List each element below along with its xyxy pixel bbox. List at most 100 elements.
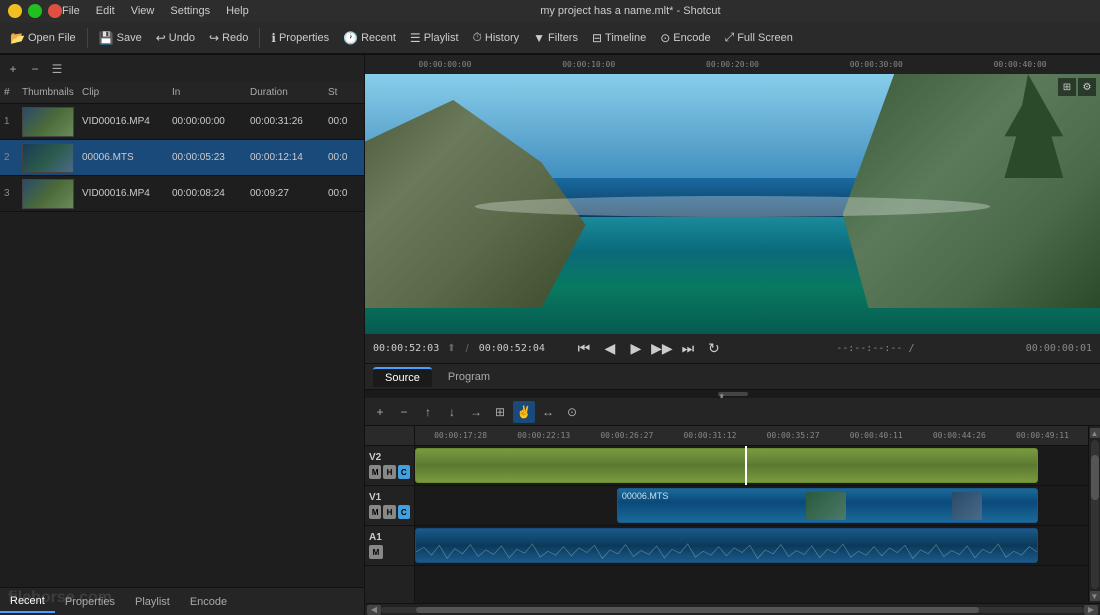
play-button[interactable]: ▶ [625, 338, 647, 360]
scroll-thumb-h[interactable] [416, 607, 978, 613]
row-in: 00:00:00:00 [168, 116, 246, 127]
left-panel-tabs: Recent Properties Playlist Encode [0, 587, 364, 615]
redo-button[interactable]: ↪ Redo [203, 28, 254, 48]
tab-program[interactable]: Program [436, 368, 502, 386]
scroll-right-button[interactable]: ▶ [1084, 605, 1098, 615]
thumbnail-3 [22, 179, 74, 209]
encode-button[interactable]: ⊙ Encode [654, 28, 716, 48]
tl-next-button[interactable]: → [465, 401, 487, 423]
tab-recent[interactable]: Recent [0, 591, 55, 613]
maximize-button[interactable] [28, 4, 42, 18]
clip-v2-block[interactable] [415, 448, 1038, 483]
tl-down-button[interactable]: ↓ [441, 401, 463, 423]
scroll-track-h[interactable] [381, 607, 1084, 613]
scroll-thumb[interactable] [1091, 455, 1099, 500]
scroll-up-button[interactable]: ▲ [1090, 428, 1100, 438]
playlist-button[interactable]: ☰ Playlist [404, 28, 465, 48]
table-row[interactable]: 3 VID00016.MP4 00:00:08:24 00:09:27 00:0 [0, 176, 364, 212]
menu-button[interactable]: ☰ [48, 60, 66, 78]
track-v2[interactable] [415, 446, 1088, 486]
row-num: 2 [0, 152, 18, 163]
row-num: 3 [0, 188, 18, 199]
settings-preview-button[interactable]: ⚙ [1078, 78, 1096, 96]
loop-button[interactable]: ↻ [703, 338, 725, 360]
history-button[interactable]: ⏱ History [467, 27, 526, 48]
remove-button[interactable]: − [26, 60, 44, 78]
redo-icon: ↪ [209, 31, 219, 45]
undo-button[interactable]: ↩ Undo [150, 28, 201, 48]
filters-button[interactable]: ▼ Filters [527, 28, 584, 48]
timeline-scrollbar[interactable]: ◀ ▶ [365, 603, 1100, 615]
playhead [745, 446, 747, 485]
save-button[interactable]: 💾 Save [93, 28, 148, 48]
tab-source[interactable]: Source [373, 367, 432, 387]
prev-frame-button[interactable]: ◀ [599, 338, 621, 360]
tl-snap-button[interactable]: ✌ [513, 401, 535, 423]
col-st: St [324, 87, 364, 98]
zoom-button[interactable]: ⊞ [1058, 78, 1076, 96]
properties-button[interactable]: ℹ Properties [265, 28, 335, 48]
lock-v2-button[interactable]: C [398, 465, 410, 479]
menu-settings[interactable]: Settings [170, 5, 210, 17]
tl-up-button[interactable]: ↑ [417, 401, 439, 423]
timeline-button[interactable]: ⊟ Timeline [586, 28, 652, 48]
preview-ruler[interactable]: 00:00:00:00 00:00:10:00 00:00:20:00 00:0… [365, 54, 1100, 74]
track-v1[interactable]: 00006.MTS [415, 486, 1088, 526]
mute-a1-button[interactable]: M [369, 545, 383, 559]
preview-canvas [365, 74, 1100, 334]
menu-view[interactable]: View [131, 5, 155, 17]
tl-ripple-button[interactable]: ↔ [537, 401, 559, 423]
scroll-left-button[interactable]: ◀ [367, 605, 381, 615]
row-clip: VID00016.MP4 [78, 116, 168, 127]
mute-v2-button[interactable]: M [369, 465, 381, 479]
fullscreen-icon: ⤢ [725, 30, 735, 45]
hide-v1-button[interactable]: H [383, 505, 395, 519]
lock-v1-button[interactable]: C [398, 505, 410, 519]
menu-file[interactable]: File [62, 5, 80, 17]
row-st: 00:0 [324, 152, 364, 163]
panel-divider[interactable]: ⬆ [365, 390, 1100, 398]
minimize-button[interactable] [8, 4, 22, 18]
list-icon: ☰ [410, 31, 421, 45]
tab-properties[interactable]: Properties [55, 592, 125, 612]
tl-loop-button[interactable]: ⊙ [561, 401, 583, 423]
undo-icon: ↩ [156, 31, 166, 45]
row-num: 1 [0, 116, 18, 127]
recent-button[interactable]: 🕐 Recent [337, 28, 402, 48]
close-button[interactable] [48, 4, 62, 18]
tl-ruler-7: 00:00:49:11 [1001, 431, 1084, 440]
table-row[interactable]: 2 00006.MTS 00:00:05:23 00:00:12:14 00:0 [0, 140, 364, 176]
menu-edit[interactable]: Edit [96, 5, 115, 17]
fullscreen-button[interactable]: ⤢ Full Screen [719, 27, 799, 48]
timecode-spin[interactable]: ⬆ [447, 343, 455, 354]
track-labels: V2 M H C V1 M H C [365, 426, 415, 603]
mute-v1-button[interactable]: M [369, 505, 381, 519]
skip-end-button[interactable]: ⏭ [677, 338, 699, 360]
clip-audio-block[interactable] [415, 528, 1038, 563]
fast-forward-button[interactable]: ▶▶ [651, 338, 673, 360]
scroll-track[interactable] [1091, 440, 1099, 589]
playlist-table: # Thumbnails Clip In Duration St 1 VID00… [0, 82, 364, 335]
open-file-button[interactable]: 📂 Open File [4, 28, 82, 48]
hide-v2-button[interactable]: H [383, 465, 395, 479]
menu-help[interactable]: Help [226, 5, 249, 17]
playback-buttons: ⏮ ◀ ▶ ▶▶ ⏭ ↻ [573, 338, 725, 360]
scroll-down-button[interactable]: ▼ [1090, 591, 1100, 601]
row-duration: 00:00:31:26 [246, 116, 324, 127]
right-scrollbar[interactable]: ▲ ▼ [1088, 426, 1100, 603]
tl-remove-button[interactable]: − [393, 401, 415, 423]
tab-encode[interactable]: Encode [180, 592, 237, 612]
timeline-ruler[interactable]: 00:00:17:28 00:00:22:13 00:00:26:27 00:0… [415, 426, 1088, 446]
table-row[interactable]: 1 VID00016.MP4 00:00:00:00 00:00:31:26 0… [0, 104, 364, 140]
clip-v1-block[interactable]: 00006.MTS [617, 488, 1038, 523]
left-panel: + − ☰ # Thumbnails Clip In Duration St 1… [0, 54, 365, 615]
timeline-area: + − ↑ ↓ → ⊞ ✌ ↔ ⊙ V2 [365, 398, 1100, 615]
add-button[interactable]: + [4, 60, 22, 78]
tl-grid-button[interactable]: ⊞ [489, 401, 511, 423]
timeline-content: V2 M H C V1 M H C [365, 426, 1100, 603]
tab-playlist[interactable]: Playlist [125, 592, 180, 612]
tl-add-button[interactable]: + [369, 401, 391, 423]
track-a1[interactable] [415, 526, 1088, 566]
skip-start-button[interactable]: ⏮ [573, 338, 595, 360]
col-thumb: Thumbnails [18, 87, 78, 98]
